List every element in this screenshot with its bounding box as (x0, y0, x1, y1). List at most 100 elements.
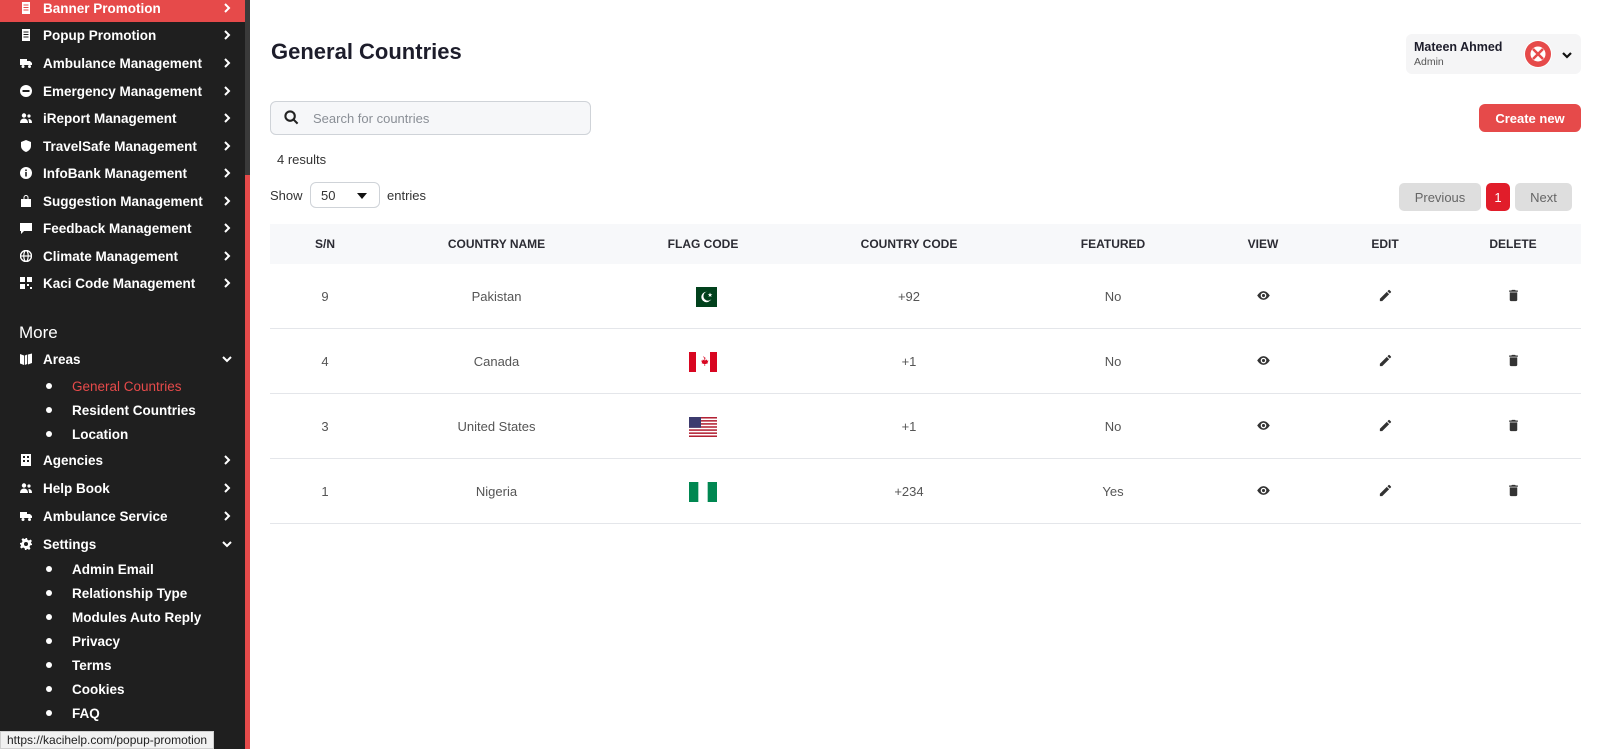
entries-select-value: 50 (321, 187, 336, 203)
sidebar-subitem-location[interactable]: Location (46, 423, 128, 445)
sidebar-item-label: Help Book (43, 480, 110, 496)
chevron-right-icon (221, 482, 233, 494)
edit-button[interactable] (1325, 264, 1445, 329)
sidebar-scrollbar[interactable] (245, 0, 250, 749)
sidebar-subitem-label: Modules Auto Reply (72, 609, 202, 625)
trash-icon (1506, 353, 1521, 371)
sidebar-item-banner-promotion[interactable]: Banner Promotion (0, 0, 245, 22)
sidebar-item-feedback-management[interactable]: Feedback Management (0, 214, 245, 242)
user-menu[interactable]: Mateen Ahmed Admin (1406, 34, 1581, 74)
user-name: Mateen Ahmed (1414, 40, 1503, 54)
sidebar-subitem-modules-auto-reply[interactable]: Modules Auto Reply (46, 606, 201, 628)
column-header-view: VIEW (1247, 237, 1279, 251)
sidebar-item-help-book[interactable]: Help Book (0, 474, 245, 502)
sidebar-item-kaci-code-management[interactable]: Kaci Code Management (0, 269, 245, 297)
sidebar-item-settings[interactable]: Settings (0, 530, 245, 558)
avatar (1524, 40, 1552, 68)
pencil-icon (1378, 483, 1393, 501)
canada-flag-icon (689, 351, 717, 372)
view-button[interactable] (1201, 394, 1325, 459)
sidebar-subitem-label: Location (72, 426, 129, 442)
sidebar-subitem-label: General Countries (72, 378, 182, 394)
sidebar-item-travelsafe-management[interactable]: TravelSafe Management (0, 132, 245, 160)
sidebar-item-suggestion-management[interactable]: Suggestion Management (0, 187, 245, 215)
eye-icon (1256, 483, 1271, 501)
sidebar-subitem-faq[interactable]: FAQ (46, 702, 100, 724)
sidebar-item-agencies[interactable]: Agencies (0, 446, 245, 474)
scrollbar-thumb[interactable] (245, 175, 250, 749)
sidebar-subitem-label: Terms (72, 657, 112, 673)
sidebar-item-popup-promotion[interactable]: Popup Promotion (0, 21, 245, 49)
create-new-button[interactable]: Create new (1479, 104, 1581, 132)
sidebar-subitem-label: FAQ (72, 705, 100, 721)
sidebar-item-ambulance-management[interactable]: Ambulance Management (0, 49, 245, 77)
trash-icon (1506, 418, 1521, 436)
table-row: 4 Canada +1 No (270, 329, 1581, 394)
building-icon (19, 454, 32, 467)
sidebar-item-climate-management[interactable]: Climate Management (0, 242, 245, 270)
cell-country-code: +234 (894, 484, 924, 499)
cell-sn: 1 (321, 484, 329, 499)
sidebar-item-emergency-management[interactable]: Emergency Management (0, 77, 245, 105)
previous-page-button[interactable]: Previous (1399, 183, 1481, 211)
delete-button[interactable] (1445, 394, 1581, 459)
edit-button[interactable] (1325, 459, 1445, 524)
sidebar-subitem-admin-email[interactable]: Admin Email (46, 558, 154, 580)
chevron-right-icon (221, 85, 233, 97)
sidebar-subitem-privacy[interactable]: Privacy (46, 630, 120, 652)
table-row: 9 Pakistan +92 No (270, 264, 1581, 329)
bullet-dot (46, 638, 52, 644)
sidebar-item-ambulance-service[interactable]: Ambulance Service (0, 502, 245, 530)
cell-featured: No (1104, 289, 1122, 304)
cell-country-code: +92 (897, 289, 921, 304)
bullet-dot (46, 710, 52, 716)
results-count: 4 results (277, 152, 327, 167)
entries-select[interactable]: 50 (310, 182, 380, 208)
view-button[interactable] (1201, 329, 1325, 394)
status-bar-url: https://kacihelp.com/popup-promotion (0, 731, 215, 749)
bullet-dot (46, 662, 52, 668)
search-box[interactable] (270, 101, 591, 135)
cell-flag (613, 394, 793, 459)
chevron-down-icon (221, 538, 233, 550)
edit-button[interactable] (1325, 329, 1445, 394)
chevron-right-icon (221, 57, 233, 69)
column-header-sn: S/N (314, 237, 335, 251)
chevron-right-icon (221, 250, 233, 262)
eye-icon (1256, 418, 1271, 436)
truck-icon (19, 510, 32, 523)
sidebar-subitem-terms[interactable]: Terms (46, 654, 112, 676)
table-row: 1 Nigeria +234 Yes (270, 459, 1581, 524)
next-page-button[interactable]: Next (1515, 183, 1572, 211)
column-header-country-name: COUNTRY NAME (447, 237, 546, 251)
user-role: Admin (1414, 56, 1444, 68)
sidebar-section-more: More (19, 323, 58, 342)
emergency-icon (19, 85, 32, 98)
sidebar-subitem-resident-countries[interactable]: Resident Countries (46, 399, 196, 421)
view-button[interactable] (1201, 264, 1325, 329)
page-1-button[interactable]: 1 (1486, 183, 1510, 211)
sidebar-subitem-cookies[interactable]: Cookies (46, 678, 125, 700)
sidebar-item-infobank-management[interactable]: InfoBank Management (0, 159, 245, 187)
delete-button[interactable] (1445, 459, 1581, 524)
pakistan-flag-icon (689, 286, 717, 307)
sidebar-item-label: TravelSafe Management (43, 138, 197, 154)
sidebar-subitem-relationship-type[interactable]: Relationship Type (46, 582, 187, 604)
chevron-down-icon (1561, 48, 1573, 60)
chevron-right-icon (221, 29, 233, 41)
sidebar-item-label: Emergency Management (43, 83, 203, 99)
view-button[interactable] (1201, 459, 1325, 524)
bullet-dot (46, 431, 52, 437)
column-header-edit: EDIT (1371, 237, 1399, 251)
edit-button[interactable] (1325, 394, 1445, 459)
delete-button[interactable] (1445, 264, 1581, 329)
pencil-icon (1378, 418, 1393, 436)
sidebar-item-ireport-management[interactable]: iReport Management (0, 104, 245, 132)
sidebar-item-areas[interactable]: Areas (0, 345, 245, 373)
bullet-dot (46, 590, 52, 596)
sidebar-subitem-label: Admin Email (72, 561, 154, 577)
delete-button[interactable] (1445, 329, 1581, 394)
search-input[interactable] (313, 110, 573, 126)
sidebar-subitem-label: Resident Countries (72, 402, 196, 418)
sidebar-subitem-general-countries[interactable]: General Countries (46, 375, 182, 397)
